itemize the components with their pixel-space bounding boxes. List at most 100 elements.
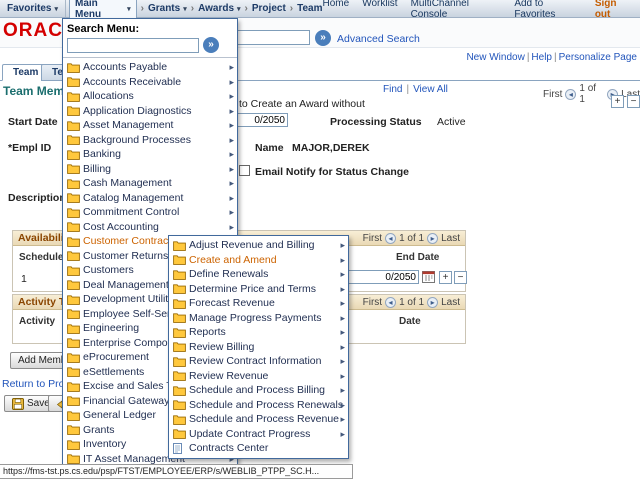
add-row-button[interactable] xyxy=(439,271,452,284)
breadcrumb-awards[interactable]: Awards xyxy=(198,3,240,14)
folder-icon xyxy=(173,356,189,367)
folder-icon xyxy=(67,105,83,116)
menu-item-reports[interactable]: Reports xyxy=(169,325,348,340)
menu-item-background-processes[interactable]: Background Processes xyxy=(63,133,237,148)
email-notify-checkbox[interactable] xyxy=(239,165,250,176)
menu-item-label: Manage Progress Payments xyxy=(189,312,321,324)
menu-item-catalog-management[interactable]: Catalog Management xyxy=(63,191,237,206)
pager-count: 1 of 1 xyxy=(579,83,604,105)
delete-row-button[interactable] xyxy=(627,95,640,108)
menu-search-input[interactable] xyxy=(67,38,199,53)
name-label: Name xyxy=(255,142,284,154)
pager-next-icon[interactable] xyxy=(427,297,438,308)
sign-out-link[interactable]: Sign out xyxy=(595,0,633,20)
email-notify-label: Email Notify for Status Change xyxy=(255,166,409,178)
pager-last-link[interactable]: Last xyxy=(441,233,460,244)
save-icon xyxy=(12,398,24,410)
pagelink-new-window[interactable]: New Window xyxy=(466,52,524,63)
chevron-right-icon xyxy=(340,399,345,411)
folder-icon xyxy=(67,366,83,377)
pagelink-personalize-page[interactable]: Personalize Page xyxy=(559,52,637,63)
chevron-right-icon xyxy=(229,206,234,218)
processing-status-label: Processing Status xyxy=(330,116,422,128)
search-go-icon[interactable] xyxy=(315,30,331,46)
pager-last-link[interactable]: Last xyxy=(441,297,460,308)
menu-item-accounts-payable[interactable]: Accounts Payable xyxy=(63,60,237,75)
schedule-value: 1 xyxy=(21,273,27,285)
toplink-add-to-favorites[interactable]: Add to Favorites xyxy=(514,0,582,20)
menu-item-define-renewals[interactable]: Define Renewals xyxy=(169,267,348,282)
view-all-link[interactable]: View All xyxy=(413,84,448,95)
chevron-right-icon xyxy=(340,326,345,338)
folder-icon xyxy=(173,370,189,381)
menu-item-determine-price-and-terms[interactable]: Determine Price and Terms xyxy=(169,282,348,297)
pager-prev-icon[interactable] xyxy=(565,89,576,100)
menu-item-cash-management[interactable]: Cash Management xyxy=(63,176,237,191)
menu-item-forecast-revenue[interactable]: Forecast Revenue xyxy=(169,296,348,311)
folder-icon xyxy=(67,149,83,160)
save-label: Save xyxy=(27,398,50,409)
menu-item-label: Review Contract Information xyxy=(189,355,321,367)
breadcrumb-grants[interactable]: Grants xyxy=(148,3,187,14)
pager-first-link[interactable]: First xyxy=(363,233,382,244)
add-row-button[interactable] xyxy=(611,95,624,108)
menu-item-cost-accounting[interactable]: Cost Accounting xyxy=(63,220,237,235)
toplink-multichannel-console[interactable]: MultiChannel Console xyxy=(411,0,502,20)
favorites-menu[interactable]: Favorites xyxy=(0,0,66,17)
menu-item-schedule-and-process-revenue[interactable]: Schedule and Process Revenue xyxy=(169,412,348,427)
menu-item-review-revenue[interactable]: Review Revenue xyxy=(169,369,348,384)
menu-item-adjust-revenue-and-billing[interactable]: Adjust Revenue and Billing xyxy=(169,238,348,253)
pager-count: 1 of 1 xyxy=(399,233,424,244)
menu-search-go-icon[interactable] xyxy=(203,37,219,53)
advanced-search-link[interactable]: Advanced Search xyxy=(337,33,420,45)
menu-item-label: Contracts Center xyxy=(189,442,268,454)
pager-prev-icon[interactable] xyxy=(385,233,396,244)
folder-icon xyxy=(67,424,83,435)
menu-item-label: Cost Accounting xyxy=(83,221,159,233)
menu-item-create-and-amend[interactable]: Create and Amend xyxy=(169,253,348,268)
dropdown-caret-icon xyxy=(124,3,131,14)
pager-prev-icon[interactable] xyxy=(385,297,396,308)
menu-item-schedule-and-process-billing[interactable]: Schedule and Process Billing xyxy=(169,383,348,398)
pager-first-link[interactable]: First xyxy=(543,89,562,100)
menu-item-label: Update Contract Progress xyxy=(189,428,310,440)
menu-item-label: Grants xyxy=(83,424,115,436)
menu-item-accounts-receivable[interactable]: Accounts Receivable xyxy=(63,75,237,90)
empl-id-label: *Empl ID xyxy=(8,142,51,154)
menu-item-label: Commitment Control xyxy=(83,206,179,218)
menu-item-review-contract-information[interactable]: Review Contract Information xyxy=(169,354,348,369)
menu-item-banking[interactable]: Banking xyxy=(63,147,237,162)
menu-item-commitment-control[interactable]: Commitment Control xyxy=(63,205,237,220)
menu-item-billing[interactable]: Billing xyxy=(63,162,237,177)
menu-item-allocations[interactable]: Allocations xyxy=(63,89,237,104)
pagelink-help[interactable]: Help xyxy=(531,52,552,63)
pager-first-link[interactable]: First xyxy=(363,297,382,308)
menu-item-contracts-center[interactable]: Contracts Center xyxy=(169,441,348,456)
start-date-label: Start Date xyxy=(8,116,58,128)
find-link[interactable]: Find xyxy=(383,84,402,95)
row-add-delete-group xyxy=(611,95,640,108)
menu-item-label: Schedule and Process Revenue xyxy=(189,413,339,425)
menu-item-manage-progress-payments[interactable]: Manage Progress Payments xyxy=(169,311,348,326)
folder-icon xyxy=(67,163,83,174)
menu-item-asset-management[interactable]: Asset Management xyxy=(63,118,237,133)
delete-row-button[interactable] xyxy=(454,271,467,284)
calendar-icon[interactable] xyxy=(422,270,435,283)
pager-next-icon[interactable] xyxy=(427,233,438,244)
toplink-home[interactable]: Home xyxy=(323,0,350,20)
folder-icon xyxy=(67,76,83,87)
chevron-right-icon xyxy=(229,148,234,160)
topbar-right: Home Worklist MultiChannel Console Add to F… xyxy=(323,0,640,20)
menu-item-label: Reports xyxy=(189,326,226,338)
breadcrumb-team[interactable]: Team xyxy=(297,3,322,14)
menu-item-schedule-and-process-renewals[interactable]: Schedule and Process Renewals xyxy=(169,398,348,413)
menu-item-application-diagnostics[interactable]: Application Diagnostics xyxy=(63,104,237,119)
breadcrumb-separator-icon xyxy=(137,3,148,14)
menu-item-label: Determine Price and Terms xyxy=(189,283,316,295)
toplink-worklist[interactable]: Worklist xyxy=(362,0,397,20)
folder-icon xyxy=(173,283,189,294)
menu-item-update-contract-progress[interactable]: Update Contract Progress xyxy=(169,427,348,442)
breadcrumb-project[interactable]: Project xyxy=(252,3,286,14)
menu-item-review-billing[interactable]: Review Billing xyxy=(169,340,348,355)
menu-item-label: Banking xyxy=(83,148,121,160)
